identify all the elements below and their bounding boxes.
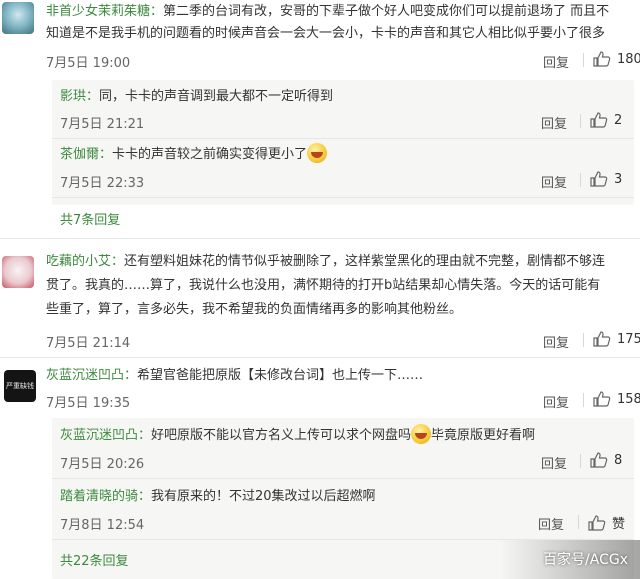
like-count: 3	[614, 171, 623, 187]
like-label: 赞	[612, 517, 626, 532]
reply-body: 影珙：同，卡卡的声音调到最大都不一定听得到	[60, 85, 333, 108]
like-button[interactable]: 8	[590, 452, 622, 468]
comment-body: 吃藕的小艾：还有塑料姐妹花的情节似乎被删除了，这样紫堂黑化的理由就不完整，剧情都…	[46, 250, 605, 273]
avatar[interactable]	[2, 2, 34, 34]
like-count: 180	[617, 51, 640, 67]
action-divider	[583, 393, 584, 407]
action-divider	[583, 333, 584, 347]
laughing-emoji-icon	[411, 424, 432, 444]
comment-divider	[0, 357, 640, 358]
comment-divider	[0, 238, 640, 239]
username-link[interactable]: 吃藕的小艾：	[46, 254, 124, 269]
reply-divider	[52, 138, 634, 139]
comment-text-line: 希望官爸能把原版【未修改台词】也上传一下……	[137, 368, 424, 383]
comment-body: 非首少女茉莉茱糖：第二季的台词有改，安哥的下辈子做个好人吧变成你们可以提前退场了…	[46, 0, 609, 23]
thumbs-up-icon	[590, 112, 608, 128]
reply-text: 我有原来的！不过20集改过以后超燃啊	[151, 489, 376, 504]
like-count: 8	[614, 452, 623, 468]
reply-body: 灰蓝沉迷凹凸：好吧原版不能以官方名义上传可以求个网盘吗 毕竟原版更好看啊	[60, 424, 535, 447]
like-button[interactable]: 158	[593, 391, 640, 407]
reply-body: 踏着清晓的骑：我有原来的！不过20集改过以后超燃啊	[60, 485, 376, 508]
reply-text: 同，卡卡的声音调到最大都不一定听得到	[99, 89, 334, 104]
reply-button[interactable]: 回复	[543, 52, 569, 71]
action-divider	[580, 114, 581, 128]
reply-button[interactable]: 回复	[538, 514, 564, 533]
reply-text: 好吧原版不能以官方名义上传可以求个网盘吗	[151, 428, 412, 443]
like-count: 175	[617, 331, 640, 347]
reply-body: 茶伽爾：卡卡的声音较之前确实变得更小了	[60, 143, 328, 166]
username-link[interactable]: 非首少女茉莉茱糖：	[46, 4, 163, 19]
avatar-text: 严重缺钱	[6, 382, 34, 390]
action-divider	[580, 173, 581, 187]
reply-button[interactable]: 回复	[541, 172, 567, 191]
comment-item: 非首少女茉莉茱糖：第二季的台词有改，安哥的下辈子做个好人吧变成你们可以提前退场了…	[0, 0, 640, 228]
reply-time: 7月8日 12:54	[60, 518, 145, 533]
like-button[interactable]: 2	[590, 112, 622, 128]
like-button[interactable]: 3	[590, 171, 622, 187]
like-count: 158	[617, 391, 640, 407]
action-divider	[578, 515, 579, 529]
comment-body: 灰蓝沉迷凹凸：希望官爸能把原版【未修改台词】也上传一下……	[46, 364, 423, 387]
comment-item: 吃藕的小艾：还有塑料姐妹花的情节似乎被删除了，这样紫堂黑化的理由就不完整，剧情都…	[0, 248, 640, 358]
thumbs-up-icon	[588, 514, 606, 531]
username-link[interactable]: 灰蓝沉迷凹凸：	[46, 368, 137, 383]
comment-time: 7月5日 19:00	[46, 56, 131, 71]
action-divider	[580, 454, 581, 468]
avatar[interactable]	[2, 256, 34, 288]
reply-divider	[52, 478, 634, 479]
comment-text-line: 第二季的台词有改，安哥的下辈子做个好人吧变成你们可以提前退场了 而且不	[163, 4, 610, 19]
comment-text-line: 还有塑料姐妹花的情节似乎被删除了，这样紫堂黑化的理由就不完整，剧情都不够连	[124, 254, 606, 269]
username-link[interactable]: 踏着清晓的骑：	[60, 489, 151, 504]
username-link[interactable]: 茶伽爾：	[60, 147, 112, 162]
like-button[interactable]: 175	[593, 331, 640, 347]
view-more-replies-link[interactable]: 共22条回复	[60, 550, 129, 569]
reply-button[interactable]: 回复	[541, 453, 567, 472]
comment-time: 7月5日 21:14	[46, 336, 131, 351]
thumbs-up-icon	[593, 51, 611, 67]
like-button[interactable]: 赞	[588, 513, 625, 532]
laughing-emoji-icon	[307, 143, 328, 163]
comment-text-line: 知道是不是我手机的问题看的时候声音会一会大一会小，卡卡的声音和其它人相比似乎要小…	[46, 26, 606, 41]
thumbs-up-icon	[593, 331, 611, 347]
watermark: 百家号/ACGx	[543, 552, 628, 568]
thumbs-up-icon	[590, 171, 608, 187]
avatar[interactable]: 严重缺钱	[4, 370, 36, 402]
action-divider	[583, 53, 584, 67]
like-count: 2	[614, 112, 623, 128]
like-button[interactable]: 180	[593, 51, 640, 67]
comment-text-line: 贯了。我真的……算了，我说什么也没用，满怀期待的打开b站结果却心情失落。今天的话…	[46, 278, 601, 293]
reply-time: 7月5日 22:33	[60, 176, 145, 191]
reply-button[interactable]: 回复	[543, 392, 569, 411]
thumbs-up-icon	[590, 452, 608, 468]
view-more-replies-link[interactable]: 共7条回复	[60, 209, 120, 228]
username-link[interactable]: 灰蓝沉迷凹凸：	[60, 428, 151, 443]
thumbs-up-icon	[593, 391, 611, 407]
reply-divider	[52, 197, 634, 198]
reply-button[interactable]: 回复	[541, 113, 567, 132]
reply-button[interactable]: 回复	[543, 332, 569, 351]
reply-time: 7月5日 21:21	[60, 117, 145, 132]
reply-text: 毕竟原版更好看啊	[431, 428, 536, 443]
comment-time: 7月5日 19:35	[46, 396, 131, 411]
comment-text-line: 些重了，算了，言多必失，我不希望我的负面情绪再多的影响其他粉丝。	[46, 302, 463, 317]
reply-time: 7月5日 20:26	[60, 457, 145, 472]
reply-text: 卡卡的声音较之前确实变得更小了	[112, 147, 308, 162]
username-link[interactable]: 影珙：	[60, 89, 99, 104]
